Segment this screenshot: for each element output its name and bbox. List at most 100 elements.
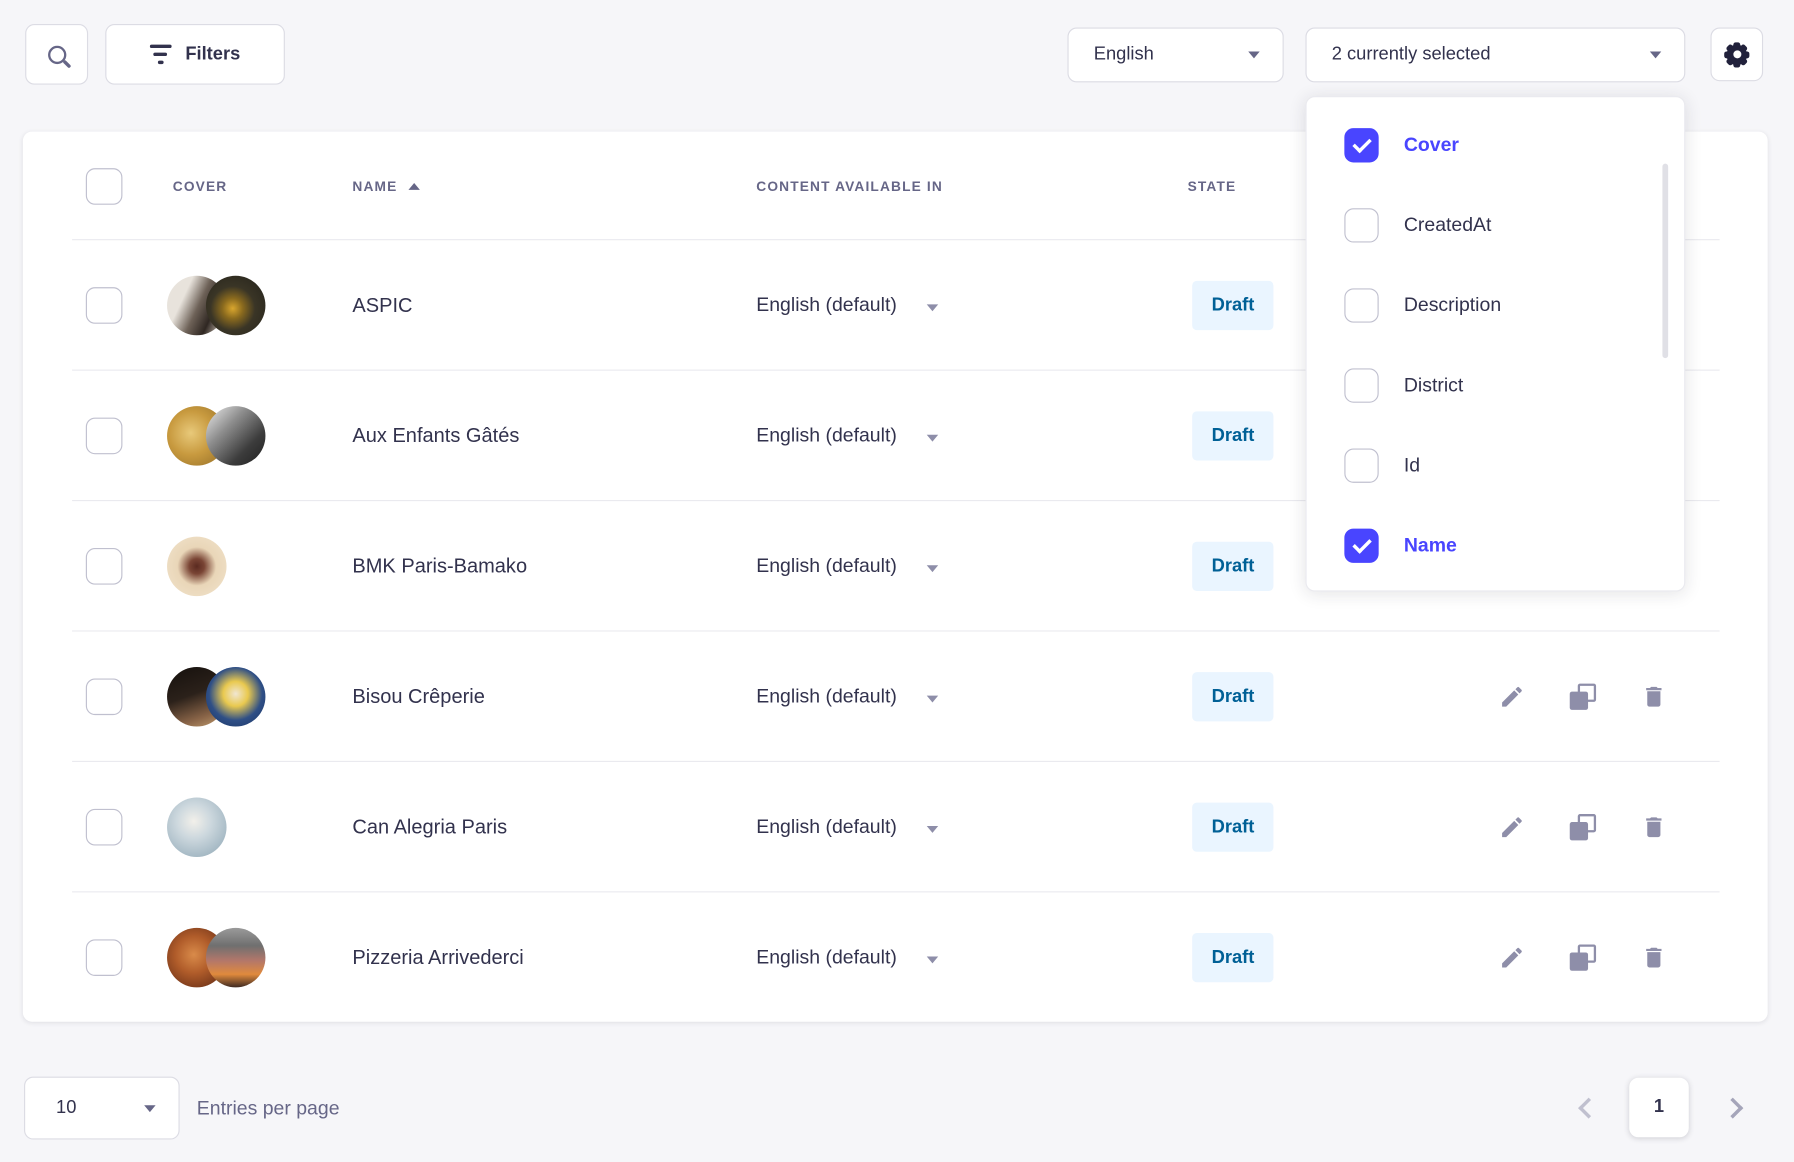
locale-value: English (default) [756, 946, 897, 969]
cover-avatar [206, 667, 265, 726]
name-cell: Aux Enfants Gâtés [352, 424, 519, 448]
cover-avatar [206, 276, 265, 335]
chevron-left-icon[interactable] [1578, 1098, 1599, 1119]
column-option-name[interactable]: Name [1307, 506, 1685, 586]
pencil-icon[interactable] [1499, 684, 1525, 710]
row-checkbox[interactable] [86, 548, 123, 585]
locale-value: English (default) [756, 685, 897, 708]
filter-icon [150, 44, 172, 64]
row-actions [1499, 684, 1667, 710]
name-cell: Can Alegria Paris [352, 815, 507, 839]
locale-value: English (default) [756, 555, 897, 578]
filters-button[interactable]: Filters [105, 24, 285, 85]
header-name[interactable]: NAME [352, 178, 420, 194]
chevron-down-icon [927, 695, 938, 702]
row-checkbox[interactable] [86, 418, 123, 455]
column-option-label: Name [1404, 534, 1457, 557]
column-option-description[interactable]: Description [1307, 265, 1685, 345]
trash-icon[interactable] [1641, 814, 1667, 840]
cover-cell [167, 276, 265, 335]
row-checkbox[interactable] [86, 939, 123, 976]
pencil-icon[interactable] [1499, 814, 1525, 840]
columns-select-value: 2 currently selected [1307, 45, 1650, 66]
page-1-button[interactable]: 1 [1629, 1078, 1688, 1137]
locale-select[interactable]: English [1067, 27, 1283, 82]
column-option-createdat[interactable]: CreatedAt [1307, 185, 1685, 265]
table-row: Bisou CrêperieEnglish (default)Draft [23, 632, 1768, 762]
locale-cell[interactable]: English (default) [756, 946, 938, 969]
header-state: STATE [1188, 178, 1237, 194]
chevron-down-icon [1650, 51, 1661, 58]
trash-icon[interactable] [1641, 944, 1667, 970]
name-cell: ASPIC [352, 293, 412, 317]
column-option-cover[interactable]: Cover [1307, 105, 1685, 185]
entries-per-page-select[interactable]: 10 [24, 1077, 180, 1140]
cover-avatar [206, 406, 265, 465]
search-button[interactable] [25, 24, 88, 85]
column-option-label: CreatedAt [1404, 214, 1492, 237]
status-badge: Draft [1192, 933, 1274, 982]
chevron-down-icon [927, 956, 938, 963]
column-settings-dropdown: Cover CreatedAt DescriptionDistrict Id Name [1305, 96, 1685, 591]
locale-value: English (default) [756, 424, 897, 447]
unchecked-checkbox-icon[interactable] [1344, 448, 1378, 482]
gear-icon [1723, 41, 1750, 68]
cover-cell [167, 928, 265, 987]
select-all-checkbox[interactable] [86, 168, 123, 205]
unchecked-checkbox-icon[interactable] [1344, 208, 1378, 242]
trash-icon[interactable] [1641, 684, 1667, 710]
checked-checkbox-icon[interactable] [1344, 128, 1378, 162]
unchecked-checkbox-icon[interactable] [1344, 368, 1378, 402]
columns-select[interactable]: 2 currently selected [1305, 27, 1685, 82]
locale-cell[interactable]: English (default) [756, 816, 938, 839]
duplicate-icon[interactable] [1570, 814, 1596, 840]
name-cell: BMK Paris-Bamako [352, 554, 527, 578]
locale-value: English (default) [756, 816, 897, 839]
sort-ascending-icon [409, 182, 420, 189]
pencil-icon[interactable] [1499, 944, 1525, 970]
cover-avatar [167, 797, 226, 856]
checked-checkbox-icon[interactable] [1344, 529, 1378, 563]
status-badge: Draft [1192, 411, 1274, 460]
locale-cell[interactable]: English (default) [756, 685, 938, 708]
cover-cell [167, 406, 265, 465]
cover-avatar [206, 928, 265, 987]
search-icon [47, 45, 65, 63]
entries-per-page-label: Entries per page [197, 1077, 340, 1140]
state-cell: Draft [1192, 672, 1274, 721]
table-row: Pizzeria Arrivederci English (default) Dra… [23, 892, 1768, 1022]
row-checkbox[interactable] [86, 287, 123, 324]
row-checkbox[interactable] [86, 809, 123, 846]
locale-cell[interactable]: English (default) [756, 294, 938, 317]
status-badge: Draft [1192, 803, 1274, 852]
state-cell: Draft [1192, 281, 1274, 330]
locale-select-value: English [1069, 45, 1249, 66]
state-cell: Draft [1192, 803, 1274, 852]
locale-value: English (default) [756, 294, 897, 317]
filters-label: Filters [185, 44, 240, 65]
header-content-available-in: CONTENT AVAILABLE IN [756, 178, 943, 194]
row-checkbox[interactable] [86, 678, 123, 715]
column-option-label: Cover [1404, 134, 1459, 157]
chevron-down-icon [927, 304, 938, 311]
locale-cell[interactable]: English (default) [756, 424, 938, 447]
state-cell: Draft [1192, 933, 1274, 982]
row-actions [1499, 944, 1667, 970]
locale-cell[interactable]: English (default) [756, 555, 938, 578]
chevron-right-icon[interactable] [1722, 1098, 1743, 1119]
chevron-down-icon [144, 1105, 155, 1112]
column-option-label: Id [1404, 454, 1420, 477]
header-cover: COVER [173, 178, 228, 194]
cover-cell [167, 797, 226, 856]
duplicate-icon[interactable] [1570, 684, 1596, 710]
duplicate-icon[interactable] [1570, 944, 1596, 970]
settings-button[interactable] [1710, 27, 1763, 81]
unchecked-checkbox-icon[interactable] [1344, 288, 1378, 322]
dropdown-scrollbar[interactable] [1662, 164, 1668, 359]
name-cell: Pizzeria Arrivederci [352, 946, 523, 970]
column-option-district[interactable]: District [1307, 346, 1685, 426]
chevron-down-icon [927, 825, 938, 832]
status-badge: Draft [1192, 672, 1274, 721]
chevron-down-icon [1248, 51, 1259, 58]
column-option-id[interactable]: Id [1307, 426, 1685, 506]
